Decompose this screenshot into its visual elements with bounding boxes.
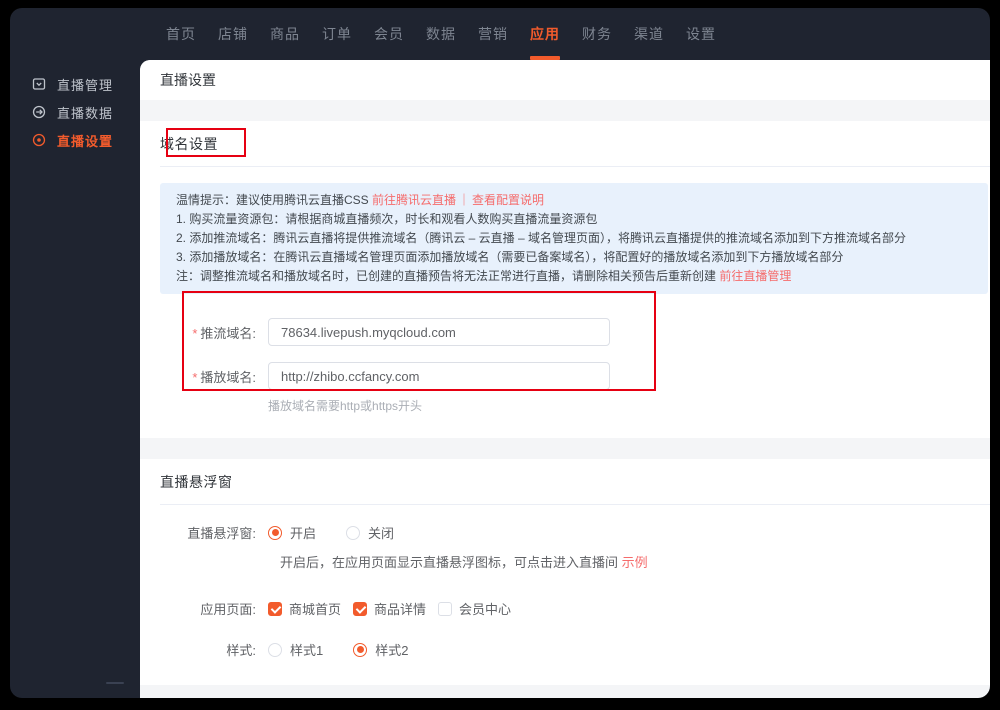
push-domain-input[interactable] [268, 318, 610, 346]
section-title-floating: 直播悬浮窗 [160, 459, 990, 505]
nav-item-apps[interactable]: 应用 [519, 8, 571, 60]
play-domain-help: 播放域名需要http或https开头 [268, 399, 423, 413]
applied-pages-label: 应用页面: [200, 602, 256, 617]
push-domain-label: * 推流域名: [192, 325, 256, 341]
nav-item-settings[interactable]: 设置 [675, 8, 727, 60]
floating-switch-help: 开启后，在应用页面显示直播悬浮图标，可点击进入直播间 示例 [280, 555, 648, 570]
checkbox-icon [268, 601, 282, 616]
live-data-icon [32, 105, 46, 119]
radio-style-2[interactable]: 样式2 [353, 640, 408, 659]
radio-floating-on[interactable]: 开启 [268, 523, 316, 542]
style-label: 样式: [226, 643, 256, 658]
checkbox-member-center[interactable]: 会员中心 [438, 599, 511, 618]
notice-line-3: 2. 添加推流域名：腾讯云直播将提供推流域名（腾讯云 – 云直播 – 域名管理页… [176, 231, 907, 245]
sidebar-item-label: 直播设置 [57, 133, 114, 149]
section-title-domain: 域名设置 [160, 121, 990, 167]
nav-item-shop[interactable]: 店铺 [207, 8, 259, 60]
play-domain-input[interactable] [268, 362, 610, 390]
link-example[interactable]: 示例 [622, 555, 648, 570]
sidebar-item-live-data[interactable]: 直播数据 [10, 98, 140, 126]
notice-line-1: 温情提示：建议使用腾讯云直播CSS 前往腾讯云直播｜查看配置说明 [176, 193, 545, 207]
sidebar-item-label: 直播管理 [57, 77, 114, 93]
domain-form: *推流域名: *播放域名: 播放域名需要http或https开头 [140, 294, 990, 438]
checkbox-goods-detail[interactable]: 商品详情 [353, 599, 426, 618]
section-floating-window: 直播悬浮窗 直播悬浮窗: 开启 关闭 开启后，在应用页面显示直播悬浮图标，可点击… [140, 459, 990, 685]
required-mark: * [192, 325, 198, 341]
radio-floating-off[interactable]: 关闭 [346, 523, 394, 542]
top-navigation: 首页 店铺 商品 订单 会员 数据 营销 应用 财务 渠道 设置 [10, 8, 990, 60]
main-content: 直播设置 域名设置 温情提示：建议使用腾讯云直播CSS 前往腾讯云直播｜查看配置… [140, 60, 990, 698]
sidebar-item-label: 直播数据 [57, 105, 114, 121]
link-tencent-cloud-live[interactable]: 前往腾讯云直播 [372, 193, 456, 207]
play-domain-row: * 播放域名: [140, 362, 990, 390]
nav-item-members[interactable]: 会员 [363, 8, 415, 60]
radio-icon [268, 525, 282, 540]
nav-item-finance[interactable]: 财务 [571, 8, 623, 60]
floating-switch-label: 直播悬浮窗: [187, 526, 256, 541]
radio-style-1[interactable]: 样式1 [268, 640, 323, 659]
radio-icon [268, 642, 282, 657]
nav-item-goods[interactable]: 商品 [259, 8, 311, 60]
notice-line-2: 1. 购买流量资源包：请根据商城直播频次，时长和观看人数购买直播流量资源包 [176, 212, 598, 226]
nav-item-orders[interactable]: 订单 [311, 8, 363, 60]
play-domain-label: * 播放域名: [192, 369, 256, 385]
nav-item-data[interactable]: 数据 [415, 8, 467, 60]
push-domain-row: * 推流域名: [140, 318, 990, 346]
radio-icon [353, 642, 368, 657]
nav-item-home[interactable]: 首页 [155, 8, 207, 60]
sidebar-item-live-settings[interactable]: 直播设置 [10, 126, 140, 154]
sidebar-bottom-dash [106, 682, 124, 684]
nav-item-channels[interactable]: 渠道 [623, 8, 675, 60]
radio-icon [346, 525, 361, 540]
page-title: 直播设置 [140, 60, 990, 100]
link-config-doc[interactable]: 查看配置说明 [472, 193, 544, 207]
notice-separator: ｜ [458, 193, 471, 207]
notice-line-5: 注：调整推流域名和播放域名时，已创建的直播预告将无法正常进行直播，请删除相关预告… [176, 269, 792, 283]
live-manage-icon [32, 77, 46, 91]
link-live-manage[interactable]: 前往直播管理 [719, 269, 791, 283]
sidebar-item-live-manage[interactable]: 直播管理 [10, 70, 140, 98]
notice-line-4: 3. 添加播放域名：在腾讯云直播域名管理页面添加播放域名（需要已备案域名），将配… [176, 250, 844, 264]
checkbox-icon [438, 601, 453, 616]
applied-pages-row: 应用页面: 商城首页 商品详情 会员中心 [140, 599, 990, 618]
nav-item-marketing[interactable]: 营销 [467, 8, 519, 60]
checkbox-mall-home[interactable]: 商城首页 [268, 599, 341, 618]
app-window: 首页 店铺 商品 订单 会员 数据 营销 应用 财务 渠道 设置 直播管理 直播… [10, 8, 990, 698]
notice-box: 温情提示：建议使用腾讯云直播CSS 前往腾讯云直播｜查看配置说明 1. 购买流量… [160, 183, 988, 294]
section-domain-settings: 域名设置 温情提示：建议使用腾讯云直播CSS 前往腾讯云直播｜查看配置说明 1.… [140, 121, 990, 438]
sidebar: 直播管理 直播数据 直播设置 [10, 60, 140, 698]
floating-switch-row: 直播悬浮窗: 开启 关闭 [140, 523, 990, 542]
live-settings-icon [32, 133, 46, 147]
required-mark: * [192, 369, 198, 385]
checkbox-icon [353, 601, 368, 616]
style-row: 样式: 样式1 样式2 [140, 640, 990, 685]
